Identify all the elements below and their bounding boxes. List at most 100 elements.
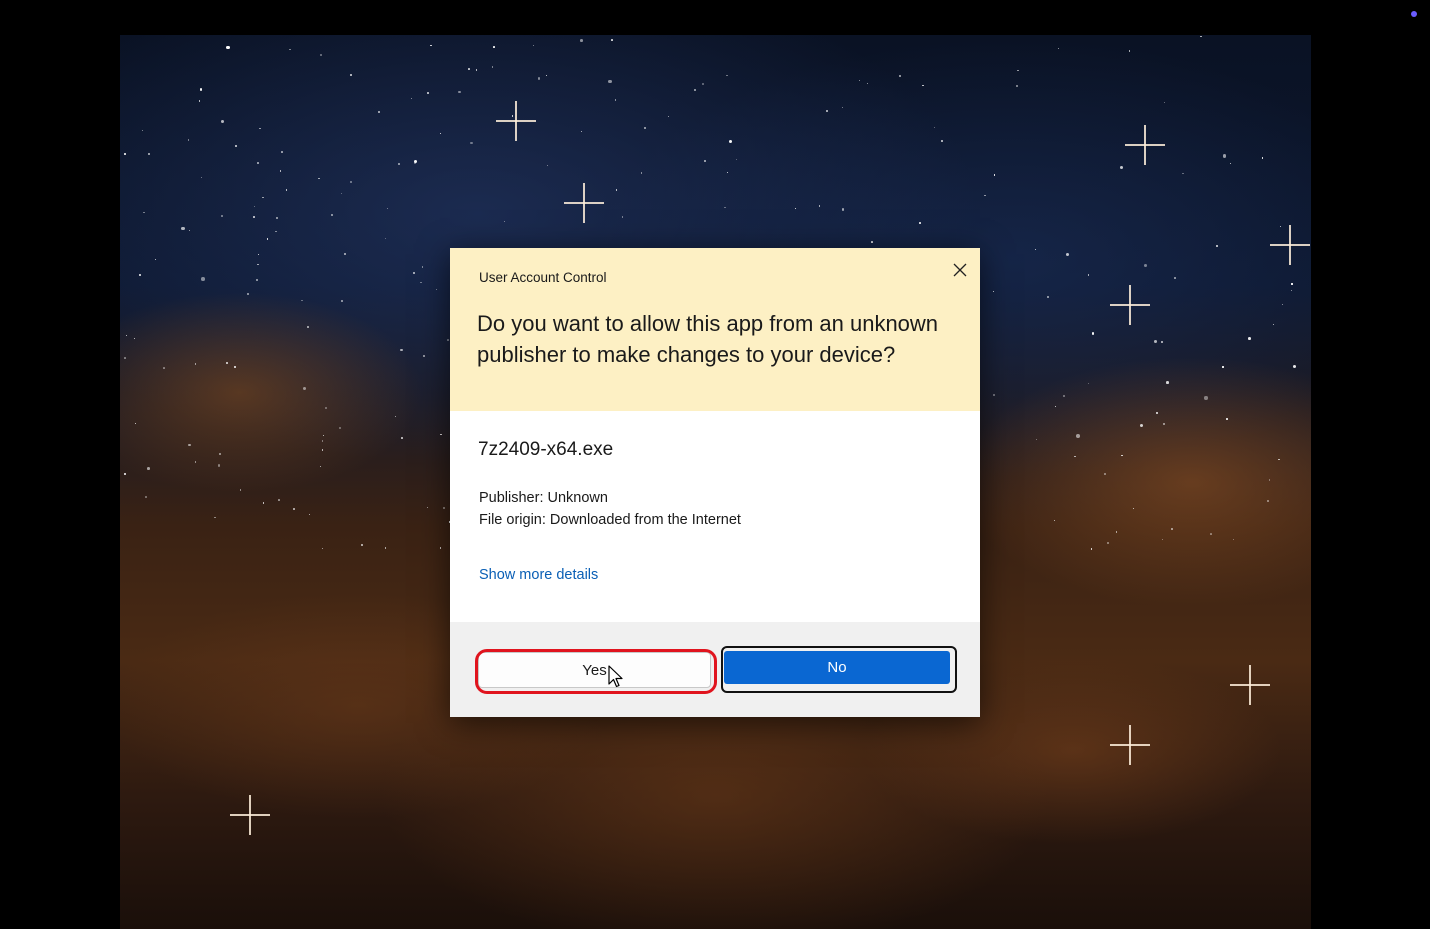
star [537, 77, 541, 80]
star [253, 205, 255, 208]
publisher-info: Publisher: Unknown [479, 490, 608, 506]
star [1054, 405, 1056, 408]
star [818, 205, 820, 207]
star [614, 99, 617, 101]
star [442, 507, 445, 509]
star [615, 189, 618, 191]
star [467, 68, 470, 71]
star [1267, 499, 1270, 502]
star [147, 152, 150, 155]
star [470, 141, 473, 145]
star [941, 139, 944, 142]
star [1278, 458, 1280, 460]
star [1166, 381, 1169, 384]
star [181, 226, 185, 231]
star [1222, 366, 1224, 368]
star [257, 253, 259, 255]
star [458, 91, 461, 94]
star [143, 211, 145, 214]
star [841, 208, 845, 211]
star [1291, 283, 1293, 285]
star [124, 153, 126, 155]
star [256, 161, 259, 164]
star [1174, 276, 1176, 279]
no-button[interactable]: No [724, 651, 950, 684]
star [1272, 323, 1274, 325]
dialog-question: Do you want to allow this app from an un… [477, 311, 939, 367]
star [640, 172, 643, 174]
star [349, 73, 352, 76]
star [491, 66, 493, 68]
star [123, 472, 126, 475]
star [503, 220, 505, 222]
star [1075, 434, 1080, 438]
star [611, 39, 613, 41]
star [1163, 423, 1165, 425]
star [233, 366, 236, 369]
star [1035, 248, 1037, 250]
star [992, 290, 994, 292]
status-dot [1411, 11, 1417, 17]
star [422, 354, 425, 357]
star [398, 163, 400, 165]
star [1156, 412, 1158, 414]
star [841, 106, 843, 108]
star [440, 433, 442, 435]
star [580, 130, 582, 132]
close-icon[interactable] [948, 258, 972, 282]
star [1017, 69, 1019, 72]
star [1215, 244, 1218, 247]
star [1200, 35, 1202, 37]
star [141, 129, 143, 131]
star [870, 241, 873, 243]
show-more-details-link[interactable]: Show more details [479, 567, 598, 583]
star [138, 274, 141, 277]
star [426, 92, 429, 94]
star [1087, 382, 1089, 385]
star [262, 502, 265, 504]
star [124, 357, 126, 359]
star [324, 406, 327, 409]
star [188, 443, 191, 447]
file-origin-info: File origin: Downloaded from the Interne… [479, 512, 741, 528]
star [349, 180, 352, 183]
star [1226, 417, 1228, 420]
star [1053, 519, 1056, 521]
star [252, 215, 255, 218]
star [1066, 252, 1070, 256]
star [899, 74, 901, 77]
bright-star [1270, 225, 1310, 265]
dialog-footer: Yes No [450, 622, 980, 717]
uac-dialog: User Account Control Do you want to allo… [450, 248, 980, 717]
star [1161, 341, 1163, 343]
bright-star [564, 183, 604, 223]
star [201, 277, 205, 281]
star [262, 196, 264, 199]
star [493, 46, 495, 48]
uac-header: User Account Control Do you want to allo… [450, 248, 980, 411]
bright-star [1230, 665, 1270, 705]
star [400, 437, 403, 439]
star [194, 461, 197, 463]
star [1170, 527, 1173, 530]
app-name: 7z2409-x64.exe [478, 439, 614, 460]
star [214, 516, 216, 519]
star [1204, 396, 1208, 400]
yes-button[interactable]: Yes [478, 652, 711, 688]
star [1058, 47, 1060, 49]
star [308, 513, 311, 515]
star [921, 84, 924, 87]
star [475, 69, 477, 71]
star [188, 229, 191, 231]
star [187, 139, 190, 141]
star [145, 495, 148, 498]
bright-star [230, 795, 270, 835]
dialog-title: User Account Control [479, 270, 607, 285]
star [221, 215, 224, 217]
bright-star [1125, 125, 1165, 165]
bright-star [496, 101, 536, 141]
star [275, 230, 277, 233]
bright-star [1110, 725, 1150, 765]
star [1261, 157, 1263, 159]
star [825, 109, 828, 112]
